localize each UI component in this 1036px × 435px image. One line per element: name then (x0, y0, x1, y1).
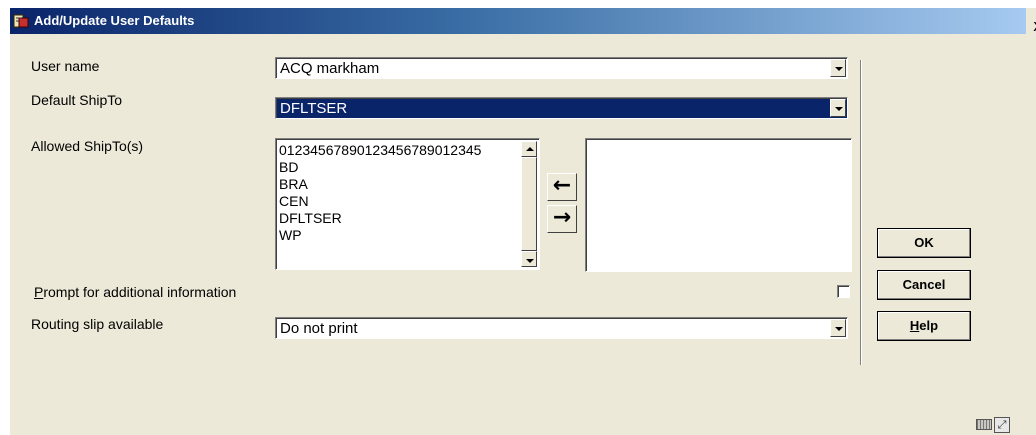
chevron-up-icon (526, 147, 534, 151)
prompt-additional-label: Prompt for additional information (34, 284, 237, 300)
scroll-up-button[interactable] (521, 141, 537, 157)
chevron-down-icon (835, 67, 843, 71)
title-bar: Add/Update User Defaults (10, 8, 1026, 34)
list-scrollbar[interactable] (521, 141, 537, 267)
allowed-shipto-label: Allowed ShipTo(s) (31, 138, 144, 154)
list-item[interactable]: WP (279, 227, 507, 244)
user-name-dropdown-button[interactable] (830, 59, 846, 77)
user-defaults-dialog: Add/Update User Defaults x User name ACQ… (10, 8, 1036, 435)
available-shipto-list[interactable]: 01234567890123456789012345 BD BRA CEN DF… (275, 138, 540, 270)
help-button[interactable]: Help (877, 311, 971, 341)
default-shipto-value: DFLTSER (280, 100, 348, 117)
list-item[interactable]: CEN (279, 193, 507, 210)
default-shipto-dropdown-button[interactable] (830, 99, 846, 117)
arrow-right-icon: → (552, 205, 572, 230)
default-shipto-label: Default ShipTo (31, 92, 123, 108)
keyboard-icon[interactable] (976, 419, 992, 430)
list-item[interactable]: DFLTSER (279, 210, 507, 227)
default-shipto-select[interactable]: DFLTSER (275, 97, 848, 119)
prompt-additional-checkbox[interactable] (837, 285, 850, 298)
routing-slip-value: Do not print (280, 320, 358, 337)
available-shipto-items: 01234567890123456789012345 BD BRA CEN DF… (279, 142, 507, 244)
ok-button[interactable]: OK (877, 228, 971, 258)
selected-shipto-list[interactable] (585, 138, 852, 272)
list-item[interactable]: BD (279, 159, 507, 176)
user-name-label: User name (31, 58, 100, 74)
arrow-left-icon: ← (552, 173, 572, 198)
routing-slip-dropdown-button[interactable] (830, 319, 846, 337)
scroll-down-button[interactable] (521, 251, 537, 267)
scroll-thumb[interactable] (521, 157, 537, 251)
user-name-select[interactable]: ACQ markham (275, 57, 848, 79)
chevron-down-icon (835, 327, 843, 331)
app-icon (13, 14, 29, 28)
window-title: Add/Update User Defaults (34, 13, 195, 28)
list-item[interactable]: 01234567890123456789012345 (279, 142, 507, 159)
resize-icon[interactable]: ⤢ (994, 417, 1010, 433)
move-left-button[interactable]: ← (547, 173, 577, 201)
routing-slip-select[interactable]: Do not print (275, 317, 848, 339)
list-item[interactable]: BRA (279, 176, 507, 193)
chevron-down-icon (526, 259, 534, 263)
divider (860, 60, 862, 365)
user-name-value: ACQ markham (280, 60, 380, 77)
move-right-button[interactable]: → (547, 205, 577, 233)
cancel-button[interactable]: Cancel (877, 270, 971, 300)
chevron-down-icon (835, 107, 843, 111)
routing-slip-label: Routing slip available (31, 316, 164, 332)
